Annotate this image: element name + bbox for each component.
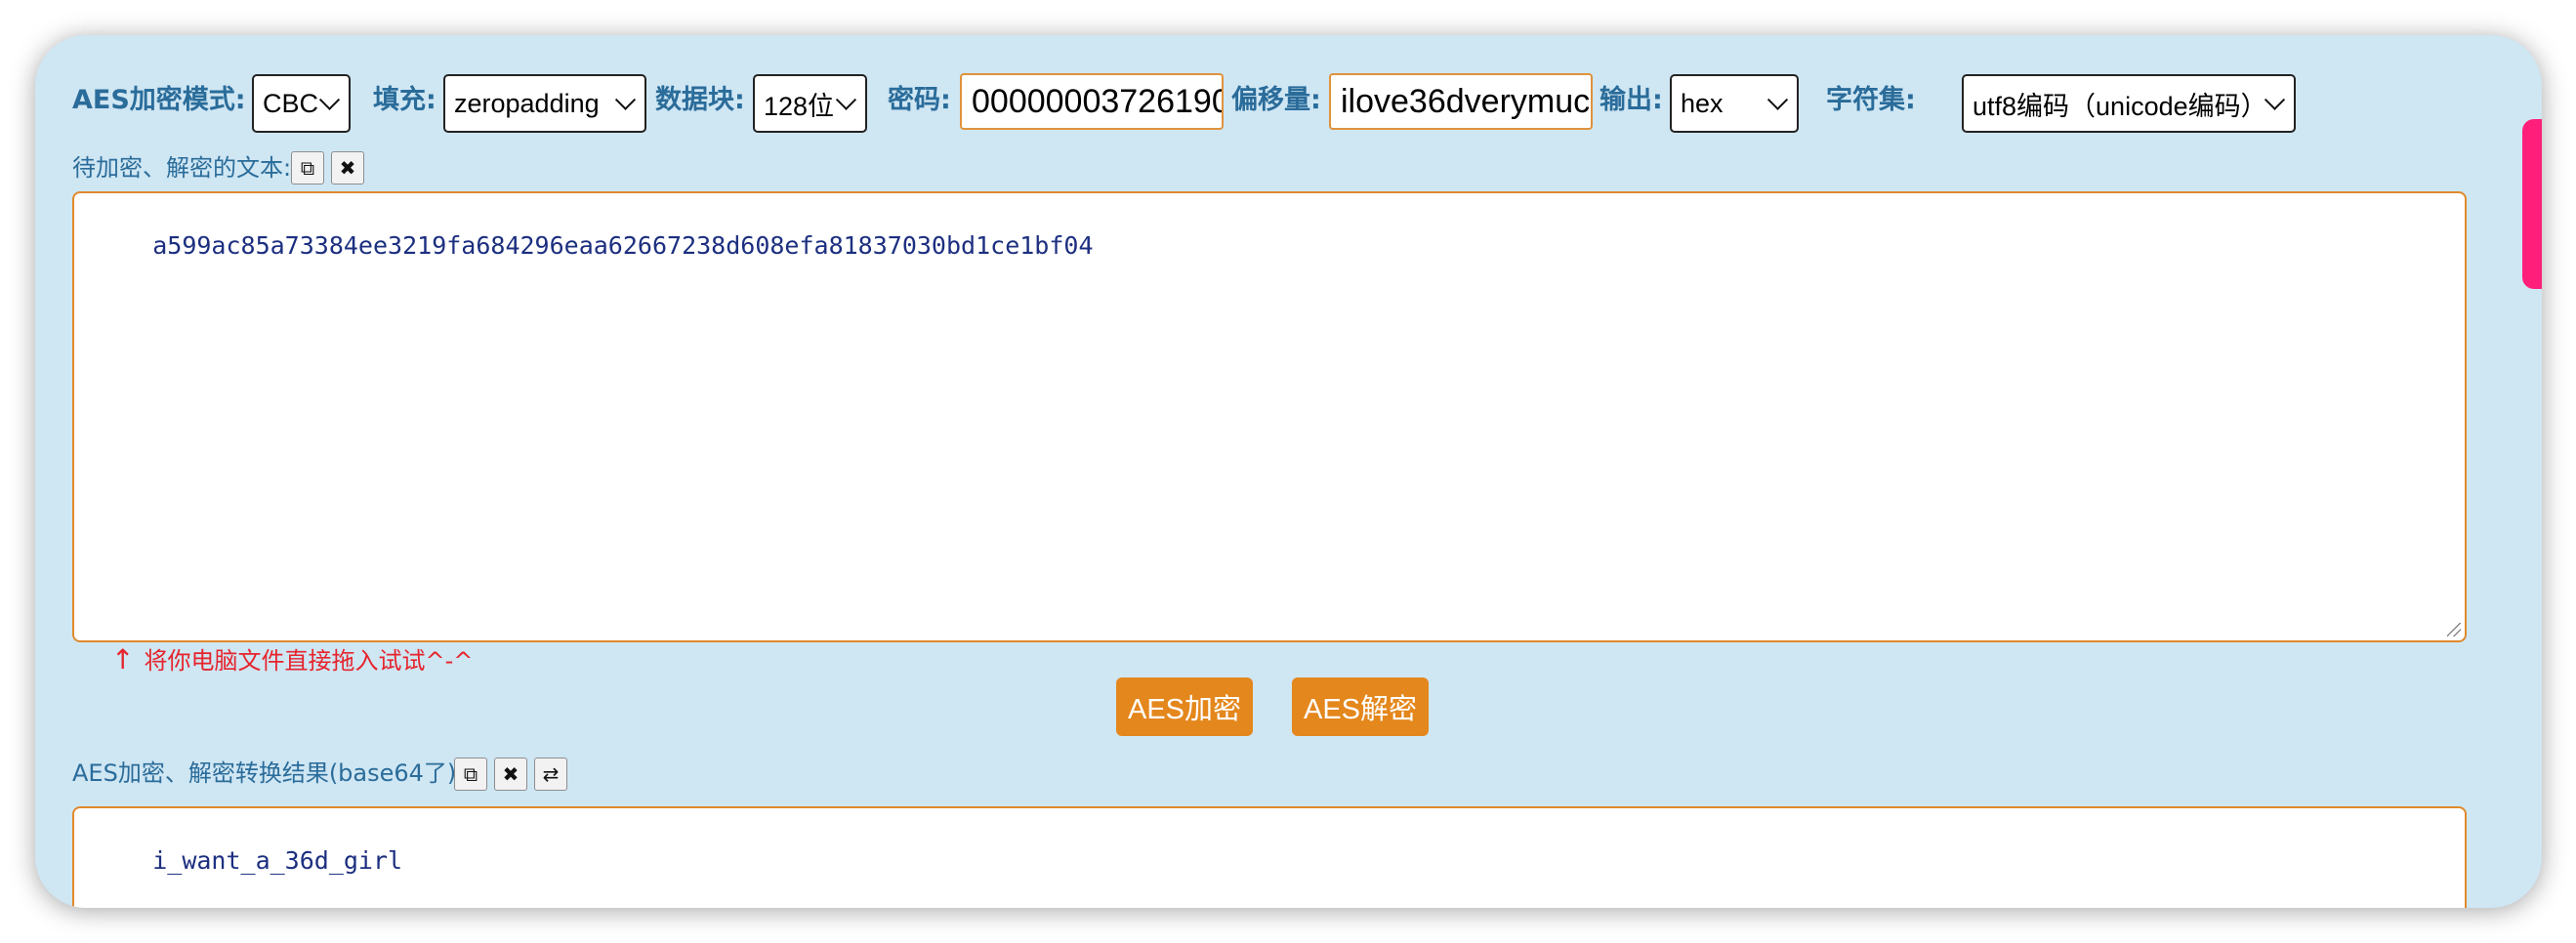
- password-input-value: 000000037261907: [972, 82, 1224, 120]
- copy-icon: ⧉: [463, 762, 478, 786]
- close-icon: ✖: [339, 156, 356, 180]
- close-icon: ✖: [502, 762, 519, 786]
- chevron-down-icon: [2264, 89, 2286, 110]
- arrow-up-icon: ↑: [111, 643, 135, 676]
- output-label: 输出:: [1600, 85, 1663, 115]
- result-textarea[interactable]: i_want_a_36d_girl: [72, 806, 2467, 908]
- iv-input[interactable]: ilove36dverymuch: [1329, 73, 1593, 130]
- padding-select-value: zeropadding: [454, 88, 600, 118]
- swap-result-button[interactable]: ⇄: [534, 758, 567, 791]
- chevron-down-icon: [614, 89, 637, 110]
- iv-input-value: ilove36dverymuch: [1341, 82, 1593, 120]
- input-textarea[interactable]: a599ac85a73384ee3219fa684296eaa62667238d…: [72, 191, 2467, 642]
- result-text-label: AES加密、解密转换结果(base64了):: [72, 759, 465, 787]
- copy-input-button[interactable]: ⧉: [291, 151, 324, 184]
- output-format-select[interactable]: hex: [1670, 74, 1799, 133]
- clear-result-button[interactable]: ✖: [494, 758, 527, 791]
- encrypt-button[interactable]: AES加密: [1116, 677, 1253, 736]
- block-size-select[interactable]: 128位: [753, 74, 867, 133]
- charset-select[interactable]: utf8编码（unicode编码）: [1962, 74, 2296, 133]
- padding-select[interactable]: zeropadding: [443, 74, 646, 133]
- drag-drop-hint-text: 将你电脑文件直接拖入试试^-^: [144, 647, 474, 675]
- decrypt-button[interactable]: AES解密: [1292, 677, 1429, 736]
- password-label: 密码:: [888, 85, 951, 115]
- iv-label: 偏移量:: [1231, 85, 1321, 115]
- charset-label: 字符集:: [1826, 85, 1916, 115]
- copy-icon: ⧉: [300, 156, 315, 180]
- copy-result-button[interactable]: ⧉: [454, 758, 487, 791]
- swap-icon: ⇄: [542, 762, 560, 786]
- chevron-down-icon: [1766, 89, 1789, 110]
- block-label: 数据块:: [655, 85, 745, 115]
- mode-select-value: CBC: [263, 88, 319, 118]
- result-textarea-text: i_want_a_36d_girl: [152, 846, 403, 875]
- password-input[interactable]: 000000037261907: [960, 73, 1224, 130]
- clear-input-button[interactable]: ✖: [331, 151, 364, 184]
- input-text-label: 待加密、解密的文本:: [72, 154, 292, 182]
- chevron-down-icon: [318, 89, 341, 110]
- mode-select[interactable]: CBC: [252, 74, 351, 133]
- side-floating-tab[interactable]: [2522, 119, 2542, 289]
- padding-label: 填充:: [373, 85, 436, 115]
- output-format-select-value: hex: [1681, 88, 1724, 118]
- resize-grip-icon[interactable]: [2447, 623, 2461, 636]
- drag-drop-hint: ↑ 将你电脑文件直接拖入试试^-^: [111, 645, 473, 676]
- mode-label: AES加密模式:: [72, 85, 246, 115]
- chevron-down-icon: [835, 89, 857, 110]
- charset-select-value: utf8编码（unicode编码）: [1973, 91, 2267, 121]
- tool-panel: AES加密模式: CBC 填充: zeropadding 数据块: 128位 密…: [35, 35, 2542, 908]
- block-size-select-value: 128位: [764, 91, 835, 121]
- input-textarea-text: a599ac85a73384ee3219fa684296eaa62667238d…: [152, 231, 1094, 260]
